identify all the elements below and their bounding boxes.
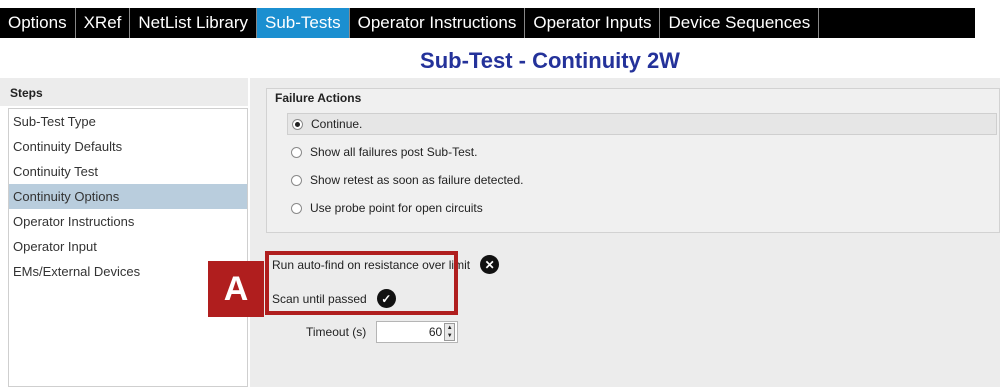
tab-bar: Options XRef NetList Library Sub-Tests O… — [0, 0, 1000, 40]
radio-button[interactable] — [291, 174, 302, 186]
radio-button[interactable] — [291, 202, 302, 214]
step-sub-test-type[interactable]: Sub-Test Type — [9, 109, 247, 134]
spin-up-icon[interactable]: ▲ — [445, 324, 455, 332]
failure-actions-title: Failure Actions — [275, 91, 362, 105]
callout-label: A — [208, 261, 264, 317]
step-continuity-options[interactable]: Continuity Options — [9, 184, 247, 209]
tab-operator-instructions[interactable]: Operator Instructions — [350, 8, 526, 38]
radio-show-all-failures[interactable]: Show all failures post Sub-Test. — [291, 141, 477, 163]
radio-button[interactable] — [291, 146, 302, 158]
tab-strip: Options XRef NetList Library Sub-Tests O… — [0, 8, 975, 38]
spin-down-icon[interactable]: ▼ — [445, 332, 455, 340]
step-operator-input[interactable]: Operator Input — [9, 234, 247, 259]
radio-use-probe-point[interactable]: Use probe point for open circuits — [291, 197, 483, 219]
failure-actions-group: Failure Actions Continue. Show all failu… — [266, 88, 1000, 233]
radio-continue[interactable]: Continue. — [287, 113, 997, 135]
callout-highlight-box — [265, 251, 458, 315]
tab-operator-inputs[interactable]: Operator Inputs — [525, 8, 661, 38]
timeout-spinner: ▲ ▼ — [444, 323, 456, 341]
x-circle-icon[interactable]: ✕ — [480, 255, 500, 274]
page-title: Sub-Test - Continuity 2W — [420, 48, 680, 73]
tab-device-sequences[interactable]: Device Sequences — [660, 8, 820, 38]
timeout-input[interactable]: 60 ▲ ▼ — [376, 321, 459, 343]
content-panel: Failure Actions Continue. Show all failu… — [250, 78, 1000, 387]
tab-options[interactable]: Options — [0, 8, 76, 38]
timeout-value: 60 — [428, 325, 443, 339]
tab-sub-tests[interactable]: Sub-Tests — [257, 8, 350, 38]
radio-show-retest-label: Show retest as soon as failure detected. — [310, 173, 524, 187]
tab-xref[interactable]: XRef — [76, 8, 131, 38]
step-continuity-test[interactable]: Continuity Test — [9, 159, 247, 184]
step-continuity-defaults[interactable]: Continuity Defaults — [9, 134, 247, 159]
tab-netlist-library[interactable]: NetList Library — [130, 8, 257, 38]
timeout-label: Timeout (s) — [306, 325, 367, 339]
radio-continue-label: Continue. — [311, 117, 363, 131]
steps-list: Sub-Test Type Continuity Defaults Contin… — [8, 108, 248, 387]
radio-button-selected[interactable] — [292, 118, 303, 130]
radio-use-probe-point-label: Use probe point for open circuits — [310, 201, 483, 215]
steps-header: Steps — [0, 78, 248, 106]
radio-show-all-failures-label: Show all failures post Sub-Test. — [310, 145, 478, 159]
step-operator-instructions[interactable]: Operator Instructions — [9, 209, 247, 234]
timeout-option: Timeout (s) 60 ▲ ▼ — [306, 321, 459, 343]
radio-show-retest[interactable]: Show retest as soon as failure detected. — [291, 169, 523, 191]
